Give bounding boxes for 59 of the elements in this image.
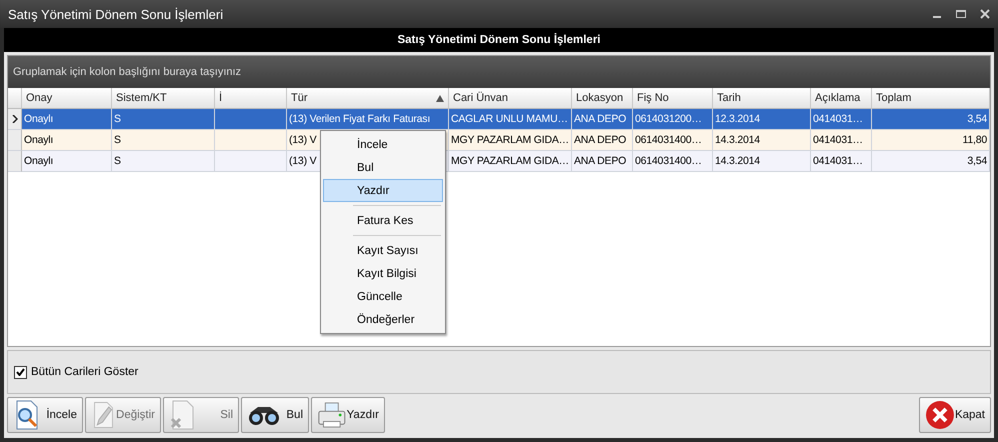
column-header[interactable]: Tür	[287, 88, 449, 109]
toolbar-button[interactable]: Yazdır	[311, 397, 385, 433]
table-cell	[215, 130, 287, 151]
table-cell: CAGLAR UNLU MAMU…	[449, 109, 572, 130]
checkbox[interactable]	[14, 366, 27, 378]
column-header[interactable]: Lokasyon	[572, 88, 633, 109]
cancel-icon	[925, 400, 955, 430]
menu-item[interactable]: Kayıt Sayısı	[323, 239, 443, 262]
table-cell: S	[112, 130, 215, 151]
table-cell: 14.3.2014	[713, 151, 811, 172]
printer-icon	[317, 400, 347, 430]
table-cell: 3,54	[872, 109, 990, 130]
current-row-icon	[12, 115, 18, 123]
table-cell: 0414031…	[811, 151, 872, 172]
menu-item[interactable]: Güncelle	[323, 285, 443, 308]
group-panel-hint: Gruplamak için kolon başlığını buraya taşıyınız	[13, 66, 242, 78]
toolbar-button[interactable]: Bul	[241, 397, 309, 433]
column-header[interactable]: Açıklama	[811, 88, 872, 109]
table-cell: S	[112, 109, 215, 130]
window-title: Satış Yönetimi Dönem Sonu İşlemleri	[8, 6, 224, 22]
menu-item[interactable]: Fatura Kes	[323, 209, 443, 232]
table-cell: (13) Verilen Fiyat Farkı Faturası	[287, 109, 449, 130]
table-cell: 14.3.2014	[713, 130, 811, 151]
table-cell: Onaylı	[22, 130, 112, 151]
column-header[interactable]: Cari Ünvan	[449, 88, 572, 109]
column-header[interactable]: Tarih	[713, 88, 811, 109]
table-cell: S	[112, 151, 215, 172]
maximize-icon[interactable]	[956, 9, 966, 19]
row-indicator-header	[8, 88, 22, 109]
toolbar-button[interactable]: İncele	[7, 397, 83, 433]
table-cell: 0414031…	[811, 109, 872, 130]
table-cell: ANA DEPO	[572, 151, 633, 172]
column-header[interactable]: Sistem/KT	[112, 88, 215, 109]
table-cell: Onaylı	[22, 109, 112, 130]
table-cell	[215, 151, 287, 172]
page-header: Satış Yönetimi Dönem Sonu İşlemleri	[4, 28, 994, 52]
table-cell: 11,80	[872, 130, 990, 151]
column-header[interactable]: İ	[215, 88, 287, 109]
checkbox-label: Bütün Carileri Göster	[31, 366, 138, 378]
table-cell: MGY PAZARLAM GIDA…	[449, 151, 572, 172]
close-button[interactable]: Kapat	[919, 397, 991, 433]
table-cell: 0414031…	[811, 130, 872, 151]
table-cell: 0614031400…	[633, 130, 713, 151]
menu-item[interactable]: Öndeğerler	[323, 308, 443, 331]
table-cell	[215, 109, 287, 130]
table-cell: 0614031200…	[633, 109, 713, 130]
table-cell: MGY PAZARLAM GIDA…	[449, 130, 572, 151]
table-cell: Onaylı	[22, 151, 112, 172]
column-header[interactable]: Toplam	[872, 88, 990, 109]
table-cell: 3,54	[872, 151, 990, 172]
table-cell: 0614031400…	[633, 151, 713, 172]
table-cell: ANA DEPO	[572, 109, 633, 130]
column-header[interactable]: Fiş No	[633, 88, 713, 109]
close-icon[interactable]	[980, 9, 990, 19]
column-header[interactable]: Onay	[22, 88, 112, 109]
table-cell: ANA DEPO	[572, 130, 633, 151]
menu-item[interactable]: Yazdır	[323, 179, 443, 202]
menu-item[interactable]: Kayıt Bilgisi	[323, 262, 443, 285]
table-cell: 12.3.2014	[713, 109, 811, 130]
